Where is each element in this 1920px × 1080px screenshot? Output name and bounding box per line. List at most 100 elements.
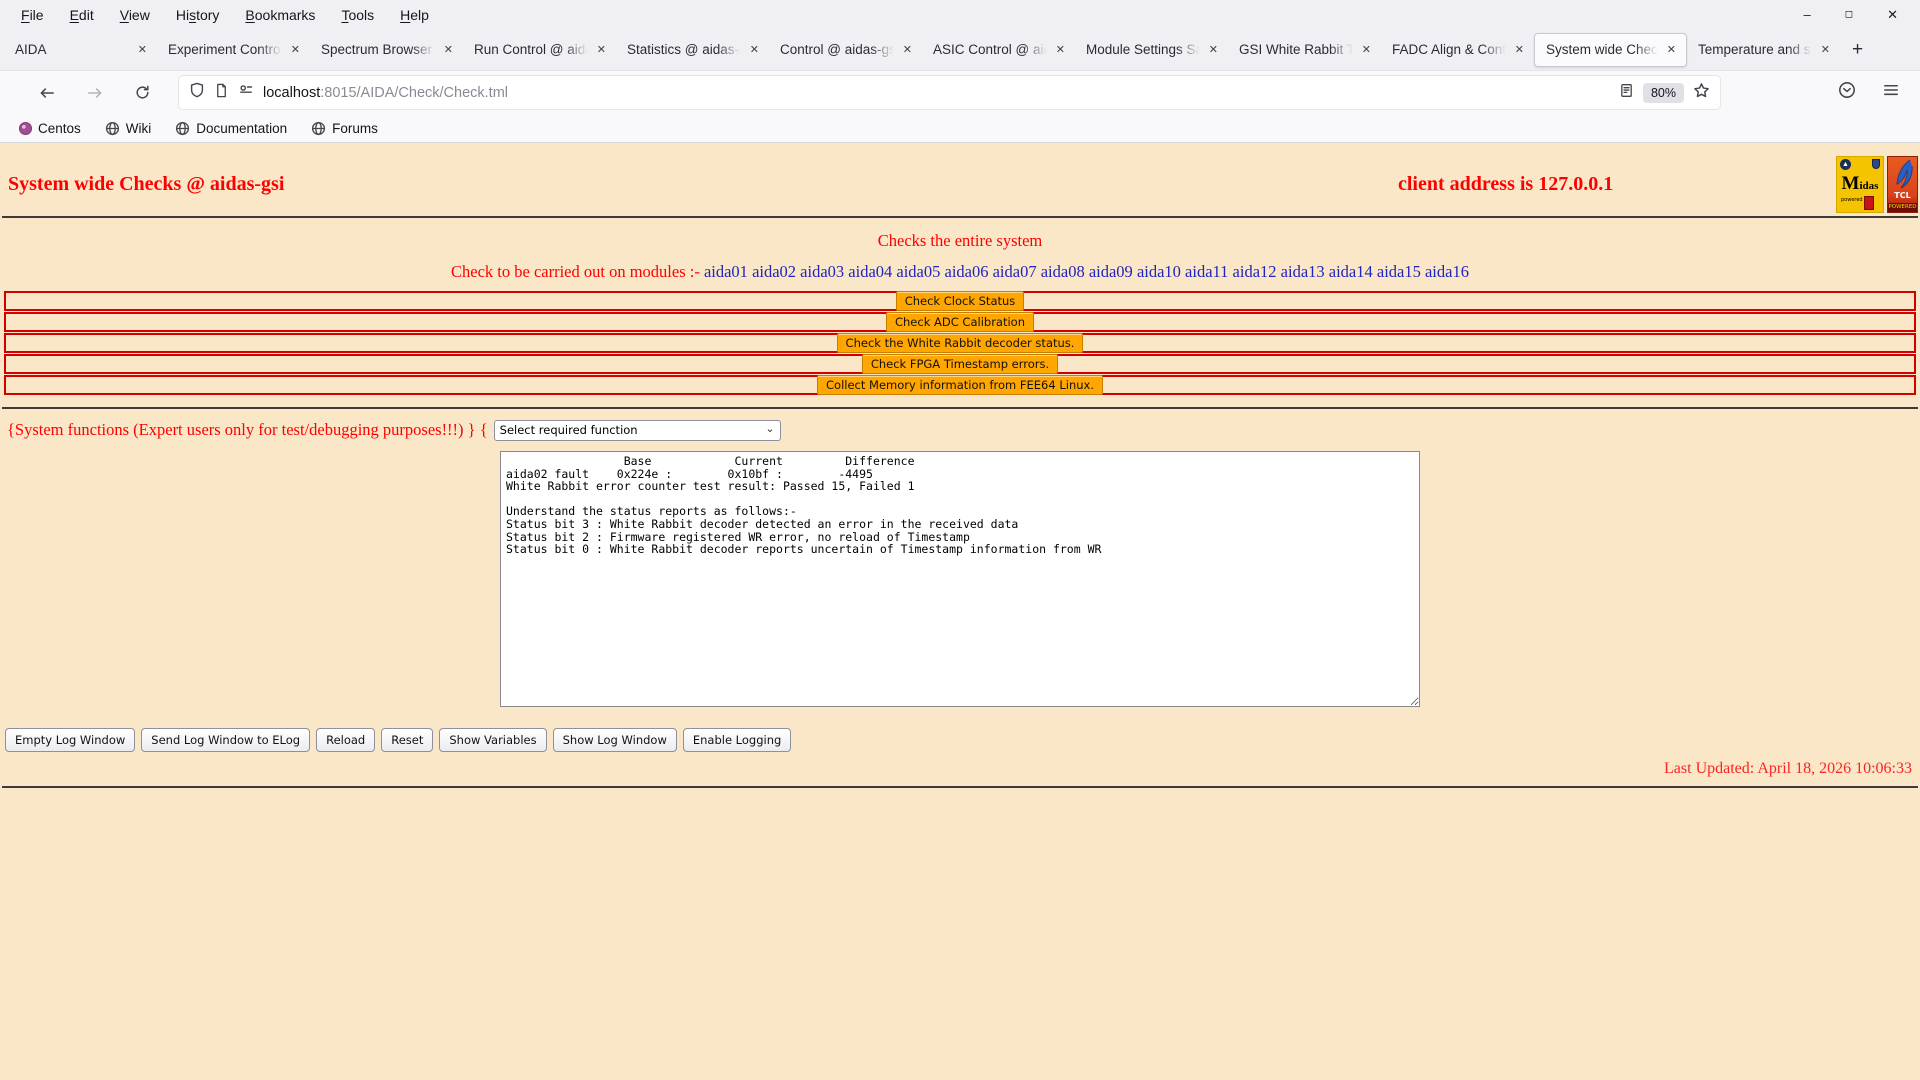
page-content: System wide Checks @ aidas-gsi client ad… — [0, 143, 1920, 1080]
menu-tools[interactable]: Tools — [328, 3, 387, 27]
tab-close-icon[interactable]: ✕ — [1206, 41, 1221, 58]
tab-module-settings[interactable]: Module Settings Sa ✕ — [1075, 33, 1228, 67]
module-link-aida02[interactable]: aida02 — [752, 262, 796, 281]
module-link-aida13[interactable]: aida13 — [1281, 262, 1325, 281]
tcl-powered-strip: POWERED — [1888, 203, 1917, 212]
url-bar[interactable]: localhost:8015/AIDA/Check/Check.tml 80% — [179, 76, 1720, 109]
midas-shield-icon — [1872, 159, 1880, 169]
page-info-icon[interactable] — [214, 83, 229, 103]
menu-view[interactable]: View — [107, 3, 163, 27]
reset-button[interactable]: Reset — [381, 728, 434, 752]
tab-gsi-white-rabbit[interactable]: GSI White Rabbit T ✕ — [1228, 33, 1381, 67]
tab-asic-control[interactable]: ASIC Control @ aid ✕ — [922, 33, 1075, 67]
tab-close-icon[interactable]: ✕ — [1664, 41, 1679, 58]
module-link-aida12[interactable]: aida12 — [1233, 262, 1277, 281]
module-link-aida15[interactable]: aida15 — [1377, 262, 1421, 281]
centos-icon — [19, 121, 32, 135]
check-row: Check FPGA Timestamp errors. — [4, 353, 1916, 375]
menu-help[interactable]: Help — [387, 3, 442, 27]
menu-history[interactable]: History — [163, 3, 233, 27]
send-log-to-elog-button[interactable]: Send Log Window to ELog — [141, 728, 311, 752]
tab-close-icon[interactable]: ✕ — [594, 41, 609, 58]
pocket-icon[interactable] — [1838, 81, 1856, 104]
minimize-button[interactable]: – — [1804, 8, 1811, 21]
module-link-aida05[interactable]: aida05 — [896, 262, 940, 281]
tab-close-icon[interactable]: ✕ — [747, 41, 762, 58]
enable-logging-button[interactable]: Enable Logging — [682, 728, 792, 752]
check-row: Collect Memory information from FEE64 Li… — [4, 374, 1916, 396]
tab-fadc-align[interactable]: FADC Align & Cont ✕ — [1381, 33, 1534, 67]
page-header: System wide Checks @ aidas-gsi client ad… — [0, 143, 1920, 216]
new-tab-button[interactable]: + — [1840, 39, 1875, 61]
module-link-aida06[interactable]: aida06 — [945, 262, 989, 281]
module-link-aida09[interactable]: aida09 — [1089, 262, 1133, 281]
module-link-aida03[interactable]: aida03 — [800, 262, 844, 281]
module-link-aida16[interactable]: aida16 — [1425, 262, 1469, 281]
tab-aida[interactable]: AIDA ✕ — [4, 33, 157, 67]
url-text[interactable]: localhost:8015/AIDA/Check/Check.tml — [263, 85, 1610, 101]
tab-close-icon[interactable]: ✕ — [1359, 41, 1374, 58]
show-variables-button[interactable]: Show Variables — [439, 728, 547, 752]
bookmark-centos[interactable]: Centos — [10, 118, 90, 139]
bookmark-wiki[interactable]: Wiki — [96, 118, 161, 139]
shield-icon[interactable] — [189, 82, 205, 103]
check-white-rabbit-button[interactable]: Check the White Rabbit decoder status. — [836, 332, 1084, 354]
back-icon[interactable] — [38, 84, 56, 102]
show-log-window-button[interactable]: Show Log Window — [552, 728, 677, 752]
tab-control[interactable]: Control @ aidas-gs ✕ — [769, 33, 922, 67]
module-link-aida10[interactable]: aida10 — [1137, 262, 1181, 281]
check-adc-calibration-button[interactable]: Check ADC Calibration — [885, 311, 1034, 333]
menu-edit[interactable]: Edit — [57, 3, 107, 27]
bookmark-star-icon[interactable] — [1693, 82, 1710, 104]
reader-mode-icon[interactable] — [1619, 83, 1634, 103]
globe-icon — [105, 121, 119, 135]
permissions-icon[interactable] — [238, 82, 254, 103]
bookmark-forums[interactable]: Forums — [302, 118, 387, 139]
tcl-logo[interactable]: TCL POWERED — [1887, 156, 1918, 213]
close-button[interactable]: ✕ — [1887, 8, 1898, 21]
modules-line: Check to be carried out on modules :- ai… — [0, 262, 1920, 282]
zoom-level-badge[interactable]: 80% — [1642, 82, 1684, 103]
tab-close-icon[interactable]: ✕ — [900, 41, 915, 58]
tab-spectrum-browser[interactable]: Spectrum Browser ✕ — [310, 33, 463, 67]
log-window[interactable]: Base Current Difference aida02 fault 0x2… — [500, 451, 1420, 707]
module-link-aida07[interactable]: aida07 — [993, 262, 1037, 281]
tab-close-icon[interactable]: ✕ — [1512, 41, 1527, 58]
tab-close-icon[interactable]: ✕ — [135, 41, 150, 58]
app-menu-icon[interactable] — [1882, 81, 1900, 104]
tab-run-control[interactable]: Run Control @ aida ✕ — [463, 33, 616, 67]
reload-icon[interactable] — [134, 84, 151, 101]
reload-button[interactable]: Reload — [316, 728, 376, 752]
check-clock-status-button[interactable]: Check Clock Status — [895, 290, 1025, 312]
tab-close-icon[interactable]: ✕ — [441, 41, 456, 58]
module-link-aida01[interactable]: aida01 — [704, 262, 748, 281]
tab-title: ASIC Control @ aid — [933, 42, 1049, 57]
empty-log-window-button[interactable]: Empty Log Window — [5, 728, 136, 752]
check-fpga-timestamp-button[interactable]: Check FPGA Timestamp errors. — [861, 353, 1059, 375]
tab-title: Run Control @ aida — [474, 42, 590, 57]
log-area: Base Current Difference aida02 fault 0x2… — [0, 451, 1920, 712]
tab-close-icon[interactable]: ✕ — [288, 41, 303, 58]
tab-temperature[interactable]: Temperature and s ✕ — [1687, 33, 1840, 67]
tab-close-icon[interactable]: ✕ — [1053, 41, 1068, 58]
module-link-aida14[interactable]: aida14 — [1329, 262, 1373, 281]
tab-system-wide-checks[interactable]: System wide Check ✕ — [1534, 32, 1687, 67]
tab-close-icon[interactable]: ✕ — [1818, 41, 1833, 58]
menu-bookmarks[interactable]: Bookmarks — [232, 3, 328, 27]
bookmark-documentation[interactable]: Documentation — [166, 118, 296, 139]
tab-title: Control @ aidas-gs — [780, 42, 896, 57]
forward-icon[interactable] — [86, 84, 104, 102]
maximize-button[interactable]: ◻ — [1845, 9, 1853, 20]
function-select[interactable]: Select required function — [493, 419, 781, 441]
tab-title: GSI White Rabbit T — [1239, 42, 1355, 57]
collect-memory-info-button[interactable]: Collect Memory information from FEE64 Li… — [817, 374, 1103, 396]
module-link-aida11[interactable]: aida11 — [1185, 262, 1228, 281]
tab-experiment-control[interactable]: Experiment Control ✕ — [157, 33, 310, 67]
module-link-aida08[interactable]: aida08 — [1041, 262, 1085, 281]
logos: ▲ Midas powered by TCL POWERED — [1836, 156, 1918, 213]
menu-file[interactable]: File — [8, 3, 57, 27]
module-link-aida04[interactable]: aida04 — [848, 262, 892, 281]
tab-bar: AIDA ✕ Experiment Control ✕ Spectrum Brows… — [0, 29, 1920, 71]
midas-logo[interactable]: ▲ Midas powered by — [1836, 156, 1884, 213]
tab-statistics[interactable]: Statistics @ aidas-g ✕ — [616, 33, 769, 67]
